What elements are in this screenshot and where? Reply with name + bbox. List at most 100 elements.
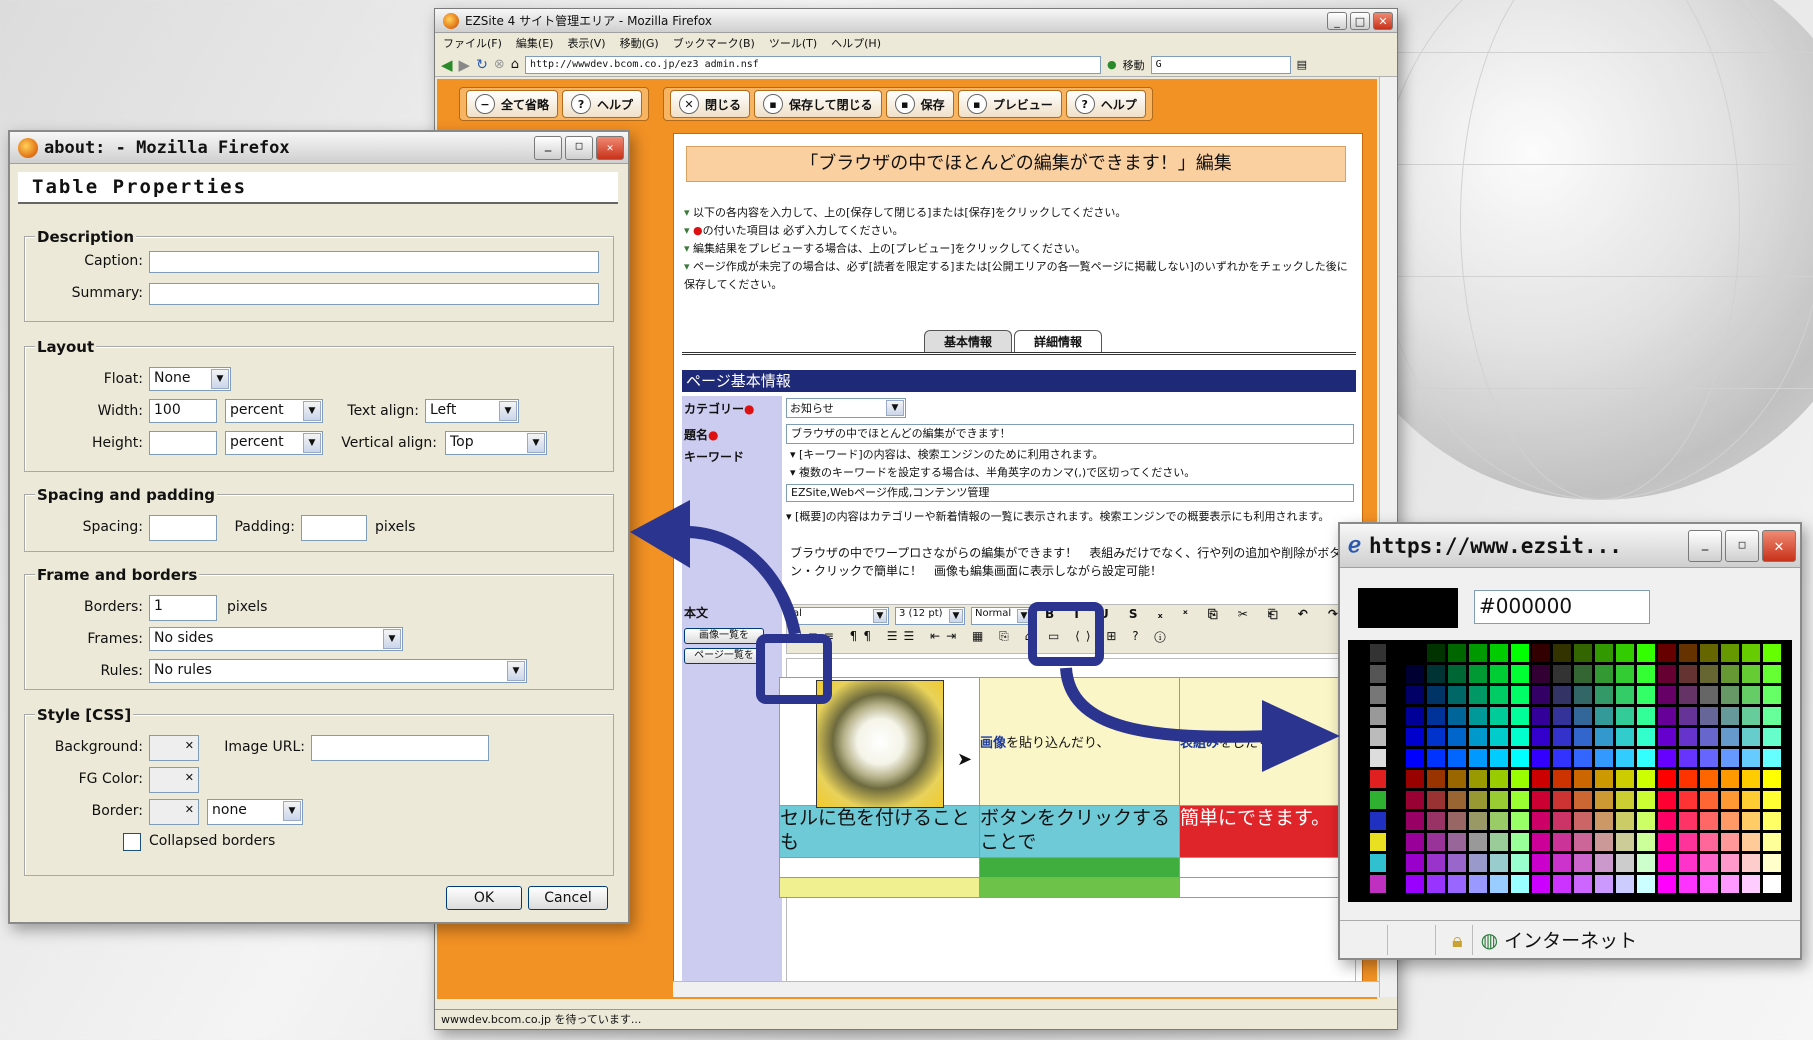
palette-swatch[interactable] [1448,665,1466,683]
reload-icon[interactable]: ↻ [476,57,488,73]
tab-detail[interactable]: 詳細情報 [1014,330,1102,352]
palette-swatch[interactable] [1658,686,1676,704]
palette-swatch[interactable] [1532,770,1550,788]
palette-swatch[interactable] [1532,812,1550,830]
palette-swatch[interactable] [1616,854,1634,872]
palette-swatch[interactable] [1595,707,1613,725]
palette-swatch[interactable] [1679,770,1697,788]
palette-swatch[interactable] [1763,644,1781,662]
palette-swatch[interactable] [1679,791,1697,809]
palette-swatch[interactable] [1658,833,1676,851]
spacing-input[interactable] [149,515,217,541]
palette-swatch[interactable] [1658,854,1676,872]
palette-swatch[interactable] [1532,854,1550,872]
palette-swatch[interactable] [1427,707,1445,725]
toolbar-button[interactable]: ? ヘルプ [1065,90,1146,118]
go-icon[interactable]: ● [1107,58,1117,71]
palette-swatch[interactable] [1490,665,1508,683]
palette-swatch[interactable] [1679,707,1697,725]
palette-swatch[interactable] [1448,707,1466,725]
toolbar-button[interactable]: ▪ 保存 [885,90,954,118]
layout-buttons[interactable]: ☐≡≡ ¶¶ ☰☰ ⇤⇥ ▦ ⎘ ⌂ ▭ ⟨⟩ ⊞ ? ⓘ [791,629,1172,644]
table-cell-r2c2[interactable]: ボタンをクリックすることで [979,805,1180,858]
palette-swatch[interactable] [1721,728,1739,746]
palette-swatch[interactable] [1658,644,1676,662]
palette-swatch[interactable] [1370,665,1386,683]
palette-swatch[interactable] [1553,749,1571,767]
height-input[interactable] [149,431,217,455]
width-input[interactable]: 100 [149,399,217,423]
palette-swatch[interactable] [1763,665,1781,683]
palette-swatch[interactable] [1742,644,1760,662]
palette-swatch[interactable] [1532,707,1550,725]
palette-swatch[interactable] [1490,812,1508,830]
palette-swatch[interactable] [1490,875,1508,893]
palette-swatch[interactable] [1637,812,1655,830]
palette-swatch[interactable] [1616,875,1634,893]
palette-swatch[interactable] [1700,770,1718,788]
palette-swatch[interactable] [1427,833,1445,851]
palette-swatch[interactable] [1763,749,1781,767]
palette-swatch[interactable] [1532,791,1550,809]
palette-swatch[interactable] [1700,686,1718,704]
collapsed-checkbox[interactable] [123,833,141,851]
flower-image[interactable] [816,680,944,808]
page-list-button[interactable]: ページ一覧を [684,648,764,664]
palette-swatch[interactable] [1616,791,1634,809]
close-button[interactable]: ✕ [1762,530,1796,562]
palette-swatch[interactable] [1532,749,1550,767]
palette-swatch[interactable] [1469,686,1487,704]
palette-swatch[interactable] [1532,644,1550,662]
rules-select[interactable]: No rules ▼ [149,659,527,683]
palette-swatch[interactable] [1637,791,1655,809]
palette-swatch[interactable] [1553,644,1571,662]
palette-swatch[interactable] [1742,854,1760,872]
palette-swatch[interactable] [1616,644,1634,662]
palette-swatch[interactable] [1616,770,1634,788]
palette-swatch[interactable] [1370,686,1386,704]
hex-input[interactable]: #000000 [1474,590,1650,624]
palette-swatch[interactable] [1370,770,1386,788]
palette-swatch[interactable] [1763,854,1781,872]
image-url-input[interactable] [311,735,489,761]
palette-swatch[interactable] [1742,665,1760,683]
fg-color-picker[interactable]: ✕ [149,767,199,793]
palette-swatch[interactable] [1658,728,1676,746]
palette-swatch[interactable] [1721,686,1739,704]
palette-swatch[interactable] [1742,707,1760,725]
palette-swatch[interactable] [1406,665,1424,683]
palette-swatch[interactable] [1532,728,1550,746]
palette-swatch[interactable] [1511,707,1529,725]
font-select[interactable]: al ▼ [789,607,889,625]
palette-swatch[interactable] [1406,791,1424,809]
palette-swatch[interactable] [1574,749,1592,767]
palette-swatch[interactable] [1574,833,1592,851]
palette-swatch[interactable] [1406,875,1424,893]
toolbar-button[interactable]: ✕ 閉じる [670,90,751,118]
palette-swatch[interactable] [1511,854,1529,872]
palette-swatch[interactable] [1721,854,1739,872]
image-list-button[interactable]: 画像一覧を [684,628,764,644]
palette-swatch[interactable] [1553,875,1571,893]
palette-swatch[interactable] [1721,749,1739,767]
palette-swatch[interactable] [1511,665,1529,683]
maximize-button[interactable]: □ [565,136,593,160]
menu-item[interactable]: ヘルプ(H) [831,35,881,51]
palette-swatch[interactable] [1370,854,1386,872]
palette-swatch[interactable] [1448,812,1466,830]
palette-swatch[interactable] [1637,875,1655,893]
palette-swatch[interactable] [1406,728,1424,746]
font-size-select[interactable]: 3 (12 pt) ▼ [895,607,965,625]
table-cell-r2c3[interactable]: 簡単にできます。 [1179,805,1354,858]
palette-swatch[interactable] [1574,770,1592,788]
palette-swatch[interactable] [1448,686,1466,704]
palette-swatch[interactable] [1763,770,1781,788]
back-icon[interactable]: ◀ [441,56,453,74]
borders-input[interactable]: 1 [149,595,217,621]
palette-swatch[interactable] [1721,707,1739,725]
palette-swatch[interactable] [1469,770,1487,788]
palette-swatch[interactable] [1721,791,1739,809]
minimize-button[interactable]: _ [1327,12,1347,30]
palette-swatch[interactable] [1700,854,1718,872]
palette-swatch[interactable] [1448,791,1466,809]
